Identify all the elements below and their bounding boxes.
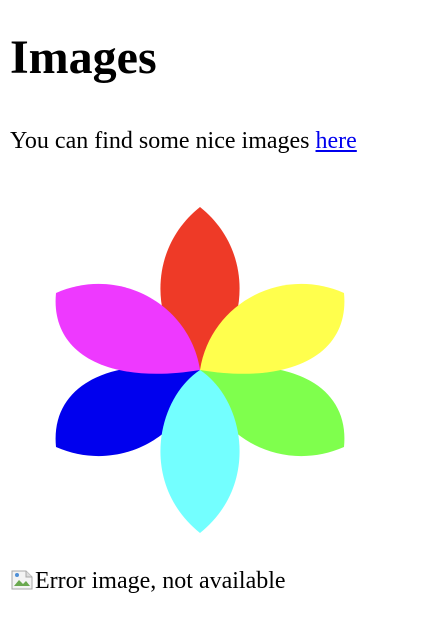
broken-image-alt-text: Error image, not available	[35, 568, 286, 594]
broken-image-icon	[11, 570, 33, 590]
images-link[interactable]: here	[316, 128, 357, 154]
flower-image	[55, 207, 345, 533]
intro-paragraph: You can find some nice images here	[10, 125, 357, 157]
intro-text: You can find some nice images	[10, 128, 316, 154]
broken-image: Error image, not available	[10, 565, 286, 597]
page-title: Images	[10, 31, 157, 84]
page: Images You can find some nice images her…	[0, 0, 438, 630]
